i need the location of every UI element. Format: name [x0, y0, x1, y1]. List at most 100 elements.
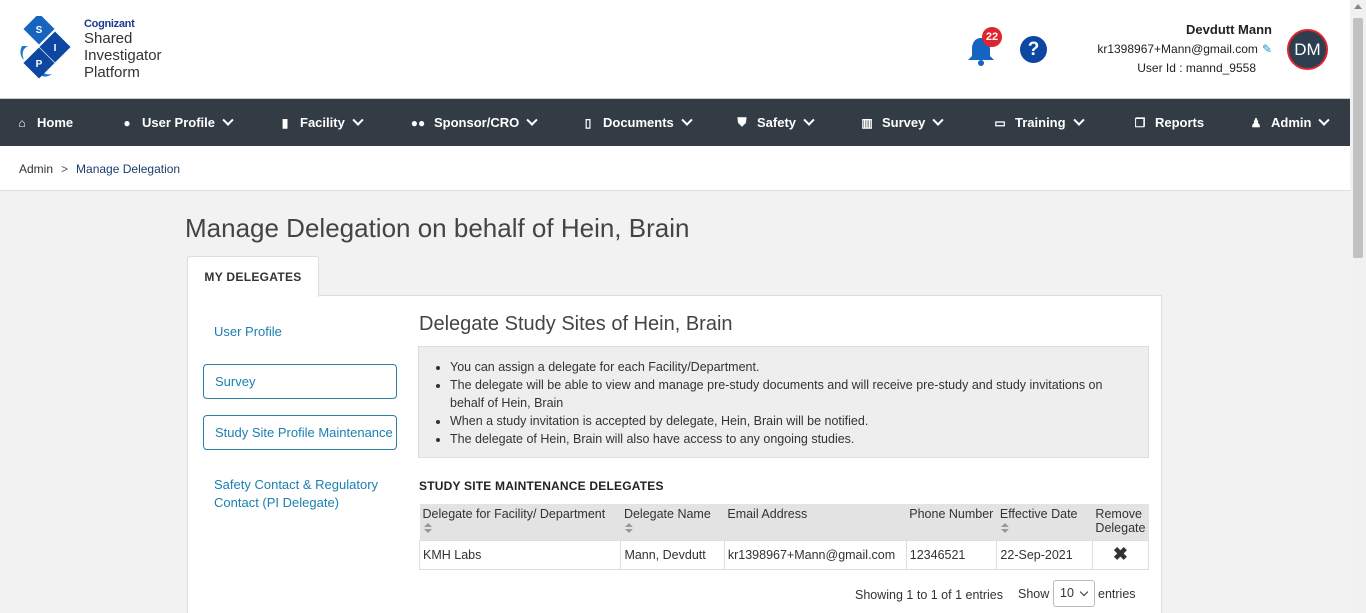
- nav-admin-label: Admin: [1271, 115, 1312, 130]
- nav-sponsor-cro[interactable]: ●● Sponsor/CRO: [410, 99, 538, 146]
- logo-line-3: Platform: [84, 64, 140, 81]
- table-title: STUDY SITE MAINTENANCE DELEGATES: [419, 479, 664, 493]
- logo-line-1: Shared: [84, 30, 133, 47]
- chevron-down-icon: [352, 114, 364, 126]
- table-header-row: Delegate for Facility/ Department Delega…: [419, 504, 1149, 540]
- nav-user-profile[interactable]: ● User Profile: [120, 99, 234, 146]
- user-email-row: kr1398967+Mann@gmail.com ✎: [1097, 42, 1272, 56]
- chevron-down-icon: [803, 114, 815, 126]
- cell-facility: KMH Labs: [418, 539, 622, 570]
- remove-delegate-icon[interactable]: ✖: [1091, 539, 1150, 570]
- tab-my-delegates[interactable]: MY DELEGATES: [187, 256, 319, 297]
- nav-sponsor-cro-label: Sponsor/CRO: [434, 115, 520, 130]
- breadcrumb: Admin > Manage Delegation: [19, 162, 180, 176]
- edit-icon[interactable]: ✎: [1262, 42, 1272, 56]
- column-header-label: Delegate Name: [623, 507, 711, 521]
- nav-admin[interactable]: ♟ Admin: [1249, 99, 1331, 146]
- nav-training[interactable]: ▭ Training: [993, 99, 1085, 146]
- show-label: Show: [1018, 587, 1050, 601]
- column-header-email: Email Address: [724, 504, 907, 540]
- page-size-select[interactable]: 10: [1053, 580, 1095, 607]
- shield-icon: ⛊: [737, 115, 747, 129]
- column-header-remove: Remove Delegate: [1092, 504, 1149, 540]
- column-header-label: Email Address: [727, 507, 808, 521]
- user-email: kr1398967+Mann@gmail.com: [1097, 42, 1258, 56]
- laptop-icon: ▭: [994, 115, 1006, 130]
- chevron-down-icon: [932, 114, 945, 126]
- breadcrumb-separator: >: [61, 162, 69, 176]
- cell-delegate-name: Mann, Devdutt: [620, 539, 725, 570]
- file-icon: ▯: [584, 115, 592, 130]
- user-icon: ♟: [1250, 115, 1262, 130]
- info-item: When a study invitation is accepted by d…: [450, 412, 1136, 430]
- user-circle-icon: ●: [123, 115, 131, 130]
- info-box: You can assign a delegate for each Facil…: [418, 346, 1149, 458]
- nav-training-label: Training: [1015, 115, 1066, 130]
- users-icon: ●●: [410, 115, 426, 130]
- svg-text:S: S: [36, 25, 43, 36]
- sip-logo[interactable]: S I P: [16, 16, 74, 82]
- info-item: The delegate will be able to view and ma…: [450, 376, 1136, 412]
- column-header-label: Remove Delegate: [1095, 507, 1146, 535]
- column-header-facility[interactable]: Delegate for Facility/ Department: [419, 504, 621, 540]
- column-header-delegate-name[interactable]: Delegate Name: [620, 504, 725, 540]
- column-header-effective-date[interactable]: Effective Date: [996, 504, 1093, 540]
- nav-reports-label: Reports: [1155, 115, 1205, 130]
- nav-survey[interactable]: ▥ Survey: [860, 99, 945, 146]
- bar-chart-icon: ▥: [861, 115, 873, 130]
- brand-name: Cognizant: [84, 18, 135, 30]
- column-header-label: Phone Number: [909, 507, 994, 521]
- nav-home[interactable]: ⌂ Home: [15, 99, 73, 146]
- chevron-down-icon: [1072, 114, 1085, 126]
- info-item: The delegate of Hein, Brain will also ha…: [450, 430, 1136, 448]
- column-header-phone: Phone Number: [906, 504, 997, 540]
- sort-icon[interactable]: [423, 523, 432, 533]
- help-icon[interactable]: ?: [1020, 36, 1047, 63]
- page-size-value: 10: [1060, 586, 1074, 600]
- nav-safety[interactable]: ⛊ Safety: [735, 99, 815, 146]
- building-icon: ▮: [281, 115, 289, 130]
- column-header-label: Effective Date: [999, 507, 1078, 521]
- breadcrumb-current: Manage Delegation: [76, 162, 181, 176]
- nav-facility-label: Facility: [300, 115, 345, 130]
- svg-text:P: P: [36, 59, 43, 70]
- nav-user-profile-label: User Profile: [142, 115, 215, 130]
- scrollbar-thumb[interactable]: [1353, 18, 1363, 258]
- logo-text: Cognizant Shared Investigator Platform: [84, 18, 162, 81]
- avatar[interactable]: DM: [1287, 29, 1328, 70]
- breadcrumb-bar: Admin > Manage Delegation: [0, 146, 1350, 191]
- entries-label: entries: [1098, 587, 1136, 601]
- page-title: Manage Delegation on behalf of Hein, Bra…: [185, 213, 690, 243]
- chevron-down-icon: [222, 114, 234, 126]
- home-icon: ⌂: [18, 115, 26, 130]
- nav-documents-label: Documents: [603, 115, 674, 130]
- logo-line-2: Investigator: [84, 47, 162, 64]
- info-item: You can assign a delegate for each Facil…: [450, 358, 1136, 376]
- notification-badge[interactable]: 22: [982, 27, 1002, 47]
- nav-survey-label: Survey: [882, 115, 926, 130]
- sort-icon[interactable]: [1000, 523, 1009, 533]
- app-header: S I P Cognizant Shared Investigator Plat…: [0, 0, 1350, 99]
- user-info: Devdutt Mann kr1398967+Mann@gmail.com ✎ U…: [1097, 22, 1272, 75]
- cell-phone: 12346521: [905, 539, 998, 570]
- sort-icon[interactable]: [624, 523, 633, 533]
- nav-home-label: Home: [37, 115, 74, 130]
- user-id: User Id : mannd_9558: [1137, 61, 1256, 75]
- sidebar-item-survey[interactable]: Survey: [203, 364, 397, 399]
- sidebar-item-safety-contact[interactable]: Safety Contact & Regulatory Contact (PI …: [214, 476, 378, 512]
- nav-reports[interactable]: ❐ Reports: [1133, 99, 1205, 146]
- sidebar-item-safety-line-1: Safety Contact & Regulatory: [214, 477, 379, 492]
- sidebar-item-study-site[interactable]: Study Site Profile Maintenance: [203, 415, 397, 450]
- page-scrollbar[interactable]: [1350, 0, 1366, 613]
- nav-facility[interactable]: ▮ Facility: [278, 99, 364, 146]
- cell-effective-date: 22-Sep-2021: [996, 539, 1093, 570]
- sidebar-item-user-profile[interactable]: User Profile: [214, 323, 282, 341]
- nav-documents[interactable]: ▯ Documents: [581, 99, 693, 146]
- breadcrumb-admin[interactable]: Admin: [19, 162, 53, 176]
- nav-safety-label: Safety: [757, 115, 797, 130]
- scroll-up-icon[interactable]: [1354, 4, 1362, 9]
- table-row: KMH Labs Mann, Devdutt kr1398967+Mann@gm…: [418, 539, 1150, 570]
- section-title: Delegate Study Sites of Hein, Brain: [419, 313, 733, 335]
- svg-text:I: I: [54, 43, 57, 54]
- pagination-info: Showing 1 to 1 of 1 entries: [855, 588, 1004, 602]
